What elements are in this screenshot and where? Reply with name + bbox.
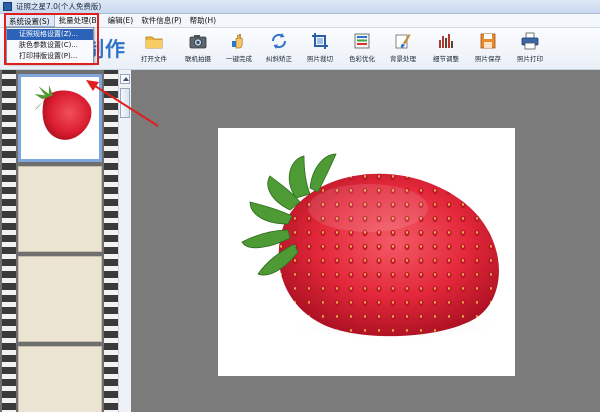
online-capture-button[interactable]: 联机拍摄 xyxy=(176,32,220,66)
film-sprocket-holes xyxy=(104,70,118,412)
thumbnail-scrollbar[interactable] xyxy=(118,70,131,412)
open-file-button[interactable]: 打开文件 xyxy=(132,32,176,66)
camera-icon xyxy=(189,35,207,49)
photo-canvas[interactable] xyxy=(218,128,515,376)
app-icon xyxy=(3,2,12,11)
tool-label: 照片裁切 xyxy=(307,55,333,63)
menu-edit[interactable]: 编辑(E) xyxy=(104,14,138,27)
levels-icon xyxy=(439,34,453,48)
title-bar: 证照之星7.0(个人免费版) xyxy=(0,0,600,14)
thumbnail-frame-empty[interactable] xyxy=(18,346,102,412)
annotation-highlight-box xyxy=(4,13,99,65)
menu-software-info[interactable]: 软件信息(P) xyxy=(137,14,185,27)
crop-icon xyxy=(312,33,328,49)
folder-icon xyxy=(145,36,163,49)
one-click-complete-button[interactable]: 一键完成 xyxy=(217,32,261,66)
photo-crop-button[interactable]: 照片裁切 xyxy=(298,32,342,66)
brush-icon xyxy=(395,34,411,49)
detail-adjust-button[interactable]: 细节调整 xyxy=(424,32,468,66)
color-optimize-button[interactable]: 色彩优化 xyxy=(340,32,384,66)
tool-label: 色彩优化 xyxy=(349,55,375,63)
photo-save-button[interactable]: 照片保存 xyxy=(466,32,510,66)
film-sprocket-holes xyxy=(2,70,16,412)
thumbnail-frame-empty[interactable] xyxy=(18,166,102,252)
strawberry-photo xyxy=(241,153,503,340)
skew-correct-button[interactable]: 纠斜矫正 xyxy=(257,32,301,66)
printer-icon xyxy=(521,32,539,50)
thumbnail-frame-empty[interactable] xyxy=(18,256,102,342)
scroll-thumb[interactable] xyxy=(120,88,130,118)
tool-label: 细节调整 xyxy=(433,55,459,63)
tool-label: 一键完成 xyxy=(226,55,252,63)
tool-label: 打开文件 xyxy=(141,55,167,63)
tool-label: 联机拍摄 xyxy=(185,55,211,63)
tool-label: 纠斜矫正 xyxy=(266,55,292,63)
tool-label: 背景处理 xyxy=(390,55,416,63)
hand-icon xyxy=(232,33,243,49)
thumbnail-frame-selected[interactable] xyxy=(18,74,102,162)
background-process-button[interactable]: 背景处理 xyxy=(381,32,425,66)
tool-label: 照片保存 xyxy=(475,55,501,63)
photo-workspace xyxy=(131,70,600,412)
tool-label: 照片打印 xyxy=(517,55,543,63)
photo-print-button[interactable]: 照片打印 xyxy=(508,32,552,66)
menu-help[interactable]: 帮助(H) xyxy=(186,14,221,27)
window-title: 证照之星7.0(个人免费版) xyxy=(16,2,102,11)
strawberry-thumbnail xyxy=(34,84,92,140)
rotate-icon xyxy=(271,33,287,49)
scroll-up-arrow-icon[interactable] xyxy=(120,74,130,84)
save-icon xyxy=(480,33,496,49)
color-bars-icon xyxy=(354,33,370,49)
thumbnail-filmstrip xyxy=(0,70,118,412)
